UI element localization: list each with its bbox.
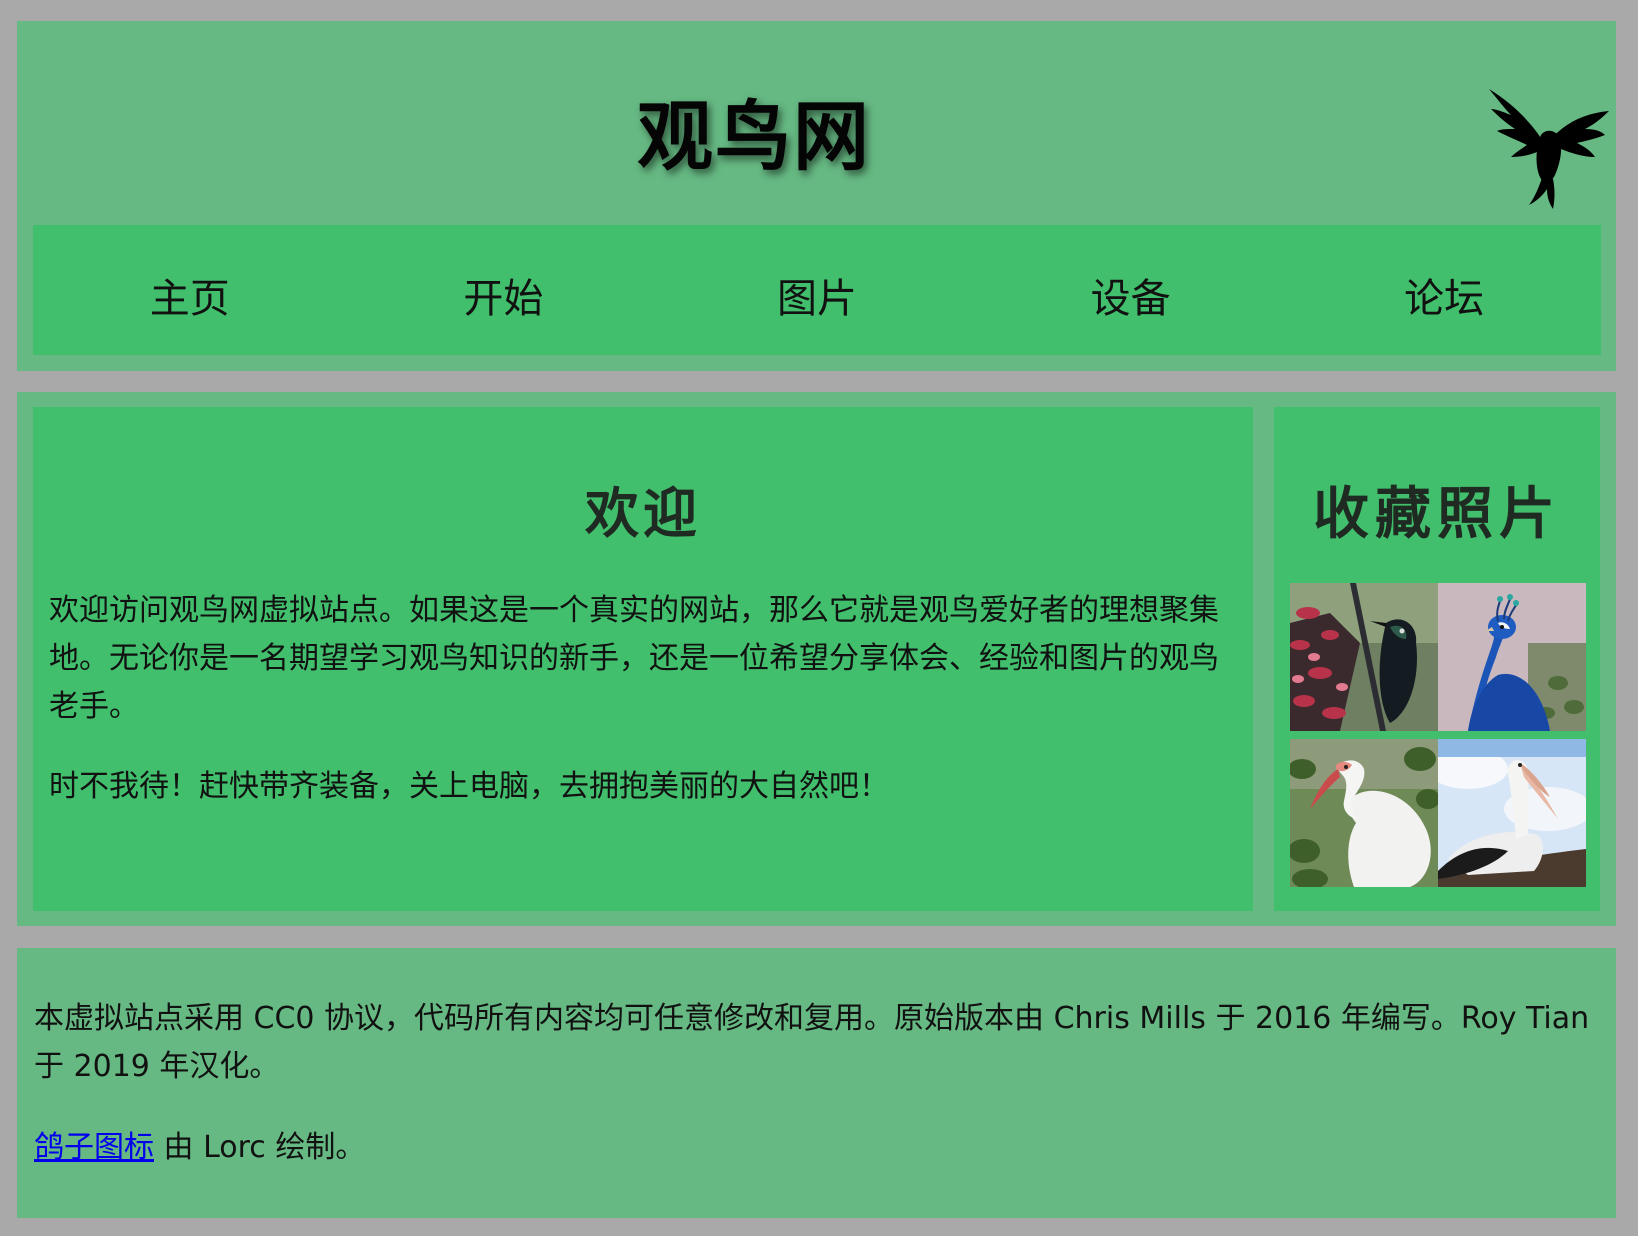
tui-bird-photo[interactable] <box>1290 583 1438 731</box>
nav-link-home[interactable]: 主页 <box>150 256 230 324</box>
nav-link-pictures[interactable]: 图片 <box>777 256 857 324</box>
main-nav: 主页 开始 图片 设备 论坛 <box>33 225 1601 355</box>
white-ibis-photo[interactable] <box>1290 739 1438 887</box>
welcome-paragraph: 时不我待！赶快带齐装备，关上电脑，去拥抱美丽的大自然吧！ <box>49 769 889 804</box>
welcome-paragraph: 欢迎访问观鸟网虚拟站点。如果这是一个真实的网站，那么它就是观鸟爱好者的理想聚集地… <box>49 593 1219 724</box>
main-content: 欢迎 欢迎访问观鸟网虚拟站点。如果这是一个真实的网站，那么它就是观鸟爱好者的理想… <box>17 392 1616 926</box>
license-text: 本虚拟站点采用 CC0 协议，代码所有内容均可任意修改和复用。原始版本由 Chr… <box>34 1001 1590 1084</box>
credit-text: 鸽子图标 由 Lorc 绘制。 <box>34 1124 1602 1172</box>
nav-list: 主页 开始 图片 设备 论坛 <box>33 225 1601 355</box>
nav-link-gear[interactable]: 设备 <box>1091 256 1171 324</box>
gallery-heading: 收藏照片 <box>1313 481 1561 547</box>
nav-item-home: 主页 <box>33 225 347 355</box>
site-title: 观鸟网 <box>637 92 871 181</box>
nav-link-forum[interactable]: 论坛 <box>1404 256 1484 324</box>
nav-item-pictures: 图片 <box>660 225 974 355</box>
site-footer: 本虚拟站点采用 CC0 协议，代码所有内容均可任意修改和复用。原始版本由 Chr… <box>17 948 1616 1218</box>
credit-rest-text: 由 Lorc 绘制。 <box>154 1130 366 1165</box>
welcome-article: 欢迎 欢迎访问观鸟网虚拟站点。如果这是一个真实的网站，那么它就是观鸟爱好者的理想… <box>33 407 1253 911</box>
pigeon-icon-link[interactable]: 鸽子图标 <box>34 1130 154 1165</box>
pelican-photo[interactable] <box>1438 739 1586 887</box>
nav-item-start: 开始 <box>347 225 661 355</box>
peacock-photo[interactable] <box>1438 583 1586 731</box>
bird-icon <box>1489 89 1609 209</box>
welcome-heading: 欢迎 <box>585 481 701 545</box>
site-header: 观鸟网 主页 开始 图片 设备 论坛 <box>17 21 1616 371</box>
nav-item-forum: 论坛 <box>1287 225 1601 355</box>
nav-item-gear: 设备 <box>974 225 1288 355</box>
favorite-photos-aside: 收藏照片 <box>1274 407 1600 911</box>
nav-link-start[interactable]: 开始 <box>463 256 543 324</box>
